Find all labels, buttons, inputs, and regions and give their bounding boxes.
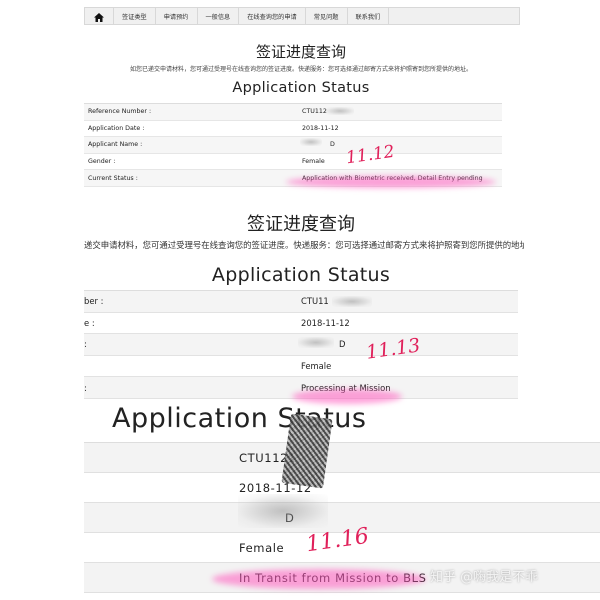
redaction-blur	[300, 138, 322, 146]
row-label: :	[84, 339, 87, 350]
row-label: Gender :	[88, 158, 116, 166]
application-date: 2018-11-12	[301, 317, 350, 328]
gender: Female	[301, 361, 332, 372]
highlight-mark	[292, 389, 402, 404]
redaction-blur	[326, 107, 354, 115]
watermark: 知乎 @嗨我是不乖	[430, 570, 539, 585]
nav-faq[interactable]: 常见问题	[306, 8, 348, 24]
table-row: 2018-11-12	[84, 473, 600, 503]
nav-appointment[interactable]: 申请预约	[156, 8, 198, 24]
redaction-blur	[238, 494, 328, 528]
page-title: 签证进度查询	[247, 214, 355, 235]
status-heading: Application Status	[211, 264, 391, 286]
row-label: Current Status :	[88, 174, 138, 182]
page-subtitle: 如您已递交申请材料，您可通过受理号在线查询您的签证进度。快递服务：您可选择通过邮…	[129, 66, 472, 73]
top-nav: 签证类型 申请预约 一般信息 在线查询您的申请 常见问题 联系我们	[84, 7, 520, 25]
redaction-blur	[298, 337, 334, 348]
row-label: Reference Number :	[88, 108, 152, 116]
row-label: :	[84, 382, 87, 393]
home-button[interactable]	[85, 8, 114, 24]
row-label: Application Date :	[88, 124, 145, 132]
applicant-name: D	[330, 141, 335, 149]
highlight-mark	[212, 569, 426, 589]
row-label: Applicant Name :	[88, 141, 143, 149]
nav-contact-us[interactable]: 联系我们	[348, 8, 390, 24]
nav-general-info[interactable]: 一般信息	[198, 8, 240, 24]
highlight-mark	[286, 176, 496, 188]
status-table: Reference Number : CTU112 Application Da…	[84, 103, 502, 187]
table-row: e : 2018-11-12	[84, 313, 518, 335]
application-date: 2018-11-12	[302, 124, 339, 132]
table-row: CTU1121	[84, 443, 600, 473]
row-label: e :	[84, 317, 95, 328]
page-title: 签证进度查询	[255, 43, 346, 61]
table-row: Applicant Name : D	[84, 137, 502, 154]
redaction-blur	[332, 296, 372, 307]
home-icon	[94, 7, 104, 26]
status-heading: Application Status	[232, 80, 370, 96]
gender: Female	[302, 158, 325, 166]
table-row: Application Date : 2018-11-12	[84, 121, 502, 138]
page-subtitle: 递交申请材料，您可通过受理号在线查询您的签证进度。快递服务：您可选择通过邮寄方式…	[84, 240, 524, 250]
nav-track-application[interactable]: 在线查询您的申请	[239, 8, 306, 24]
nav-visa-types[interactable]: 签证类型	[114, 8, 156, 24]
row-label: ber :	[84, 296, 104, 307]
table-row: Gender : Female	[84, 154, 502, 171]
table-row: Reference Number : CTU112	[84, 104, 502, 121]
table-row: Female	[84, 356, 518, 378]
gender: Female	[239, 540, 285, 555]
table-row: ber : CTU11	[84, 291, 518, 313]
